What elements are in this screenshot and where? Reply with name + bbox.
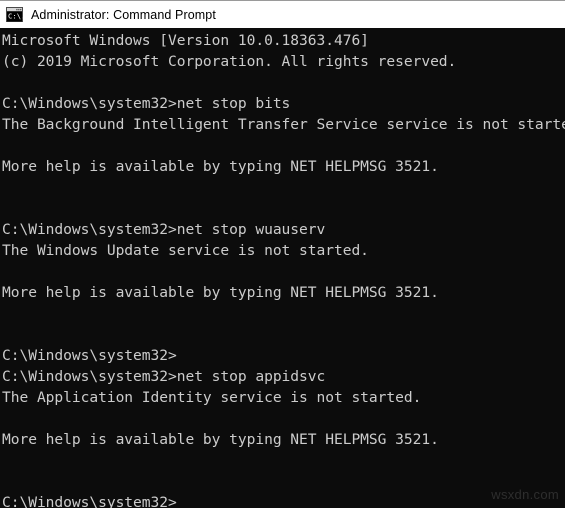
console-text: Microsoft Windows [Version 10.0.18363.47… bbox=[2, 32, 565, 508]
window-titlebar[interactable]: C:\. Administrator: Command Prompt bbox=[0, 0, 565, 28]
console-output-area[interactable]: Microsoft Windows [Version 10.0.18363.47… bbox=[0, 28, 565, 508]
command-prompt-window: C:\. Administrator: Command Prompt Micro… bbox=[0, 0, 565, 508]
window-title: Administrator: Command Prompt bbox=[31, 7, 216, 22]
command-prompt-icon: C:\. bbox=[6, 7, 23, 22]
svg-text:C:\.: C:\. bbox=[8, 12, 23, 21]
